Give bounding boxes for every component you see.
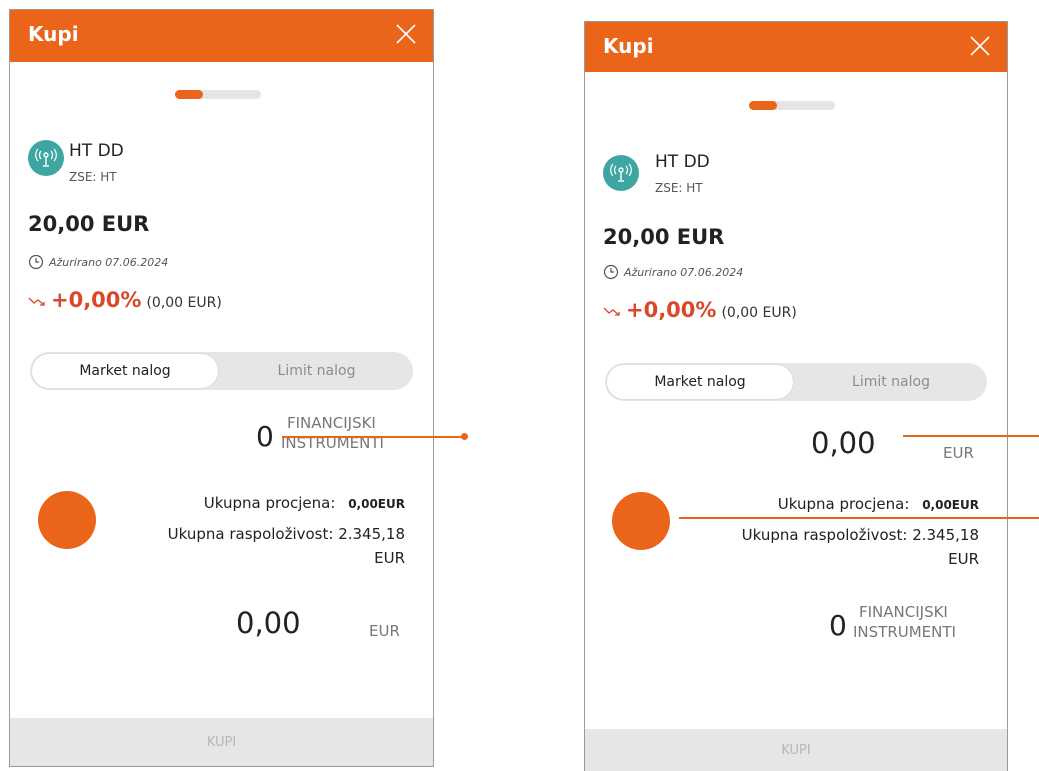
quantity-unit: FINANCIJSKI INSTRUMENTI — [281, 413, 384, 453]
tab-market-order[interactable]: Market nalog — [607, 365, 793, 399]
updated-date: Ažurirano 07.06.2024 — [624, 265, 744, 279]
amount-unit: EUR — [369, 622, 400, 640]
availability-label: Ukupna raspoloživost: 2.345,18 — [741, 526, 979, 544]
header-bar: Kupi — [585, 22, 1007, 72]
quantity-unit-line2: INSTRUMENTI — [853, 623, 956, 641]
change-absolute: (0,00 EUR) — [146, 295, 222, 311]
availability-label: Ukupna raspoloživost: 2.345,18 — [167, 525, 405, 543]
estimate-label: Ukupna procjena: — [203, 494, 336, 512]
stock-price: 20,00 EUR — [603, 225, 725, 249]
tab-limit-order[interactable]: Limit nalog — [795, 363, 987, 401]
antenna-icon — [610, 163, 632, 182]
orange-circle-button[interactable] — [38, 491, 96, 549]
estimate-value: 0,00EUR — [348, 497, 405, 511]
quantity-unit-line1: FINANCIJSKI — [287, 414, 376, 432]
amount-value[interactable]: 0,00 — [236, 606, 301, 640]
stock-logo — [28, 140, 64, 176]
updated-date: Ažurirano 07.06.2024 — [49, 255, 169, 269]
change-percent: +0,00% — [626, 298, 717, 322]
tab-limit-order[interactable]: Limit nalog — [220, 352, 413, 390]
buy-screen-right: Kupi HT DD ZSE: HT 20,00 EUR Ažurirano 0… — [584, 21, 1008, 771]
buy-button[interactable]: KUPI — [10, 718, 433, 766]
availability-unit: EUR — [374, 549, 405, 567]
updated-row: Ažurirano 07.06.2024 — [603, 264, 743, 280]
annotation-line-summary — [679, 517, 1039, 519]
quantity-unit: FINANCIJSKI INSTRUMENTI — [853, 602, 956, 642]
order-summary: Ukupna procjena: 0,00EUR Ukupna raspolož… — [679, 492, 979, 571]
estimate-row: Ukupna procjena: 0,00EUR — [105, 491, 405, 516]
price-change: +0,00% (0,00 EUR) — [28, 288, 222, 312]
stock-exchange: ZSE: HT — [655, 181, 703, 195]
amount-unit: EUR — [943, 444, 974, 462]
header-title: Kupi — [603, 34, 654, 58]
updated-row: Ažurirano 07.06.2024 — [28, 254, 168, 270]
change-absolute: (0,00 EUR) — [721, 305, 797, 321]
stock-price: 20,00 EUR — [28, 212, 150, 236]
order-summary: Ukupna procjena: 0,00EUR Ukupna raspolož… — [105, 491, 405, 570]
orange-circle-button[interactable] — [612, 492, 670, 550]
buy-button[interactable]: KUPI — [585, 729, 1007, 771]
trend-icon — [28, 297, 45, 306]
change-percent: +0,00% — [51, 288, 142, 312]
stock-name: HT DD — [69, 141, 124, 161]
order-type-toggle: Market nalog Limit nalog — [605, 363, 987, 401]
stock-name: HT DD — [655, 152, 710, 172]
quantity-value[interactable]: 0 — [256, 420, 274, 453]
trend-icon — [603, 307, 620, 316]
order-type-toggle: Market nalog Limit nalog — [30, 352, 413, 390]
antenna-icon — [35, 148, 57, 167]
annotation-line-amount — [903, 435, 1039, 437]
close-icon[interactable] — [965, 31, 995, 61]
step-progress-fill — [749, 101, 777, 110]
header-bar: Kupi — [10, 10, 433, 62]
estimate-label: Ukupna procjena: — [777, 495, 910, 513]
quantity-unit-line1: FINANCIJSKI — [859, 603, 948, 621]
buy-screen-left: Kupi HT DD ZSE: HT 20,00 EUR Ažurirano 0… — [9, 9, 434, 767]
price-change: +0,00% (0,00 EUR) — [603, 298, 797, 322]
stock-exchange: ZSE: HT — [69, 170, 117, 184]
estimate-value: 0,00EUR — [922, 498, 979, 512]
amount-value[interactable]: 0,00 — [811, 426, 876, 460]
quantity-value[interactable]: 0 — [829, 609, 847, 642]
step-progress — [175, 90, 261, 99]
clock-icon — [603, 264, 619, 280]
step-progress-fill — [175, 90, 203, 99]
estimate-row: Ukupna procjena: 0,00EUR — [679, 492, 979, 517]
tab-market-order[interactable]: Market nalog — [32, 354, 218, 388]
availability-unit: EUR — [948, 550, 979, 568]
annotation-line — [282, 436, 464, 438]
close-icon[interactable] — [391, 19, 421, 49]
header-title: Kupi — [28, 22, 79, 46]
clock-icon — [28, 254, 44, 270]
annotation-dot — [461, 433, 468, 440]
step-progress — [749, 101, 835, 110]
stock-logo — [603, 155, 639, 191]
